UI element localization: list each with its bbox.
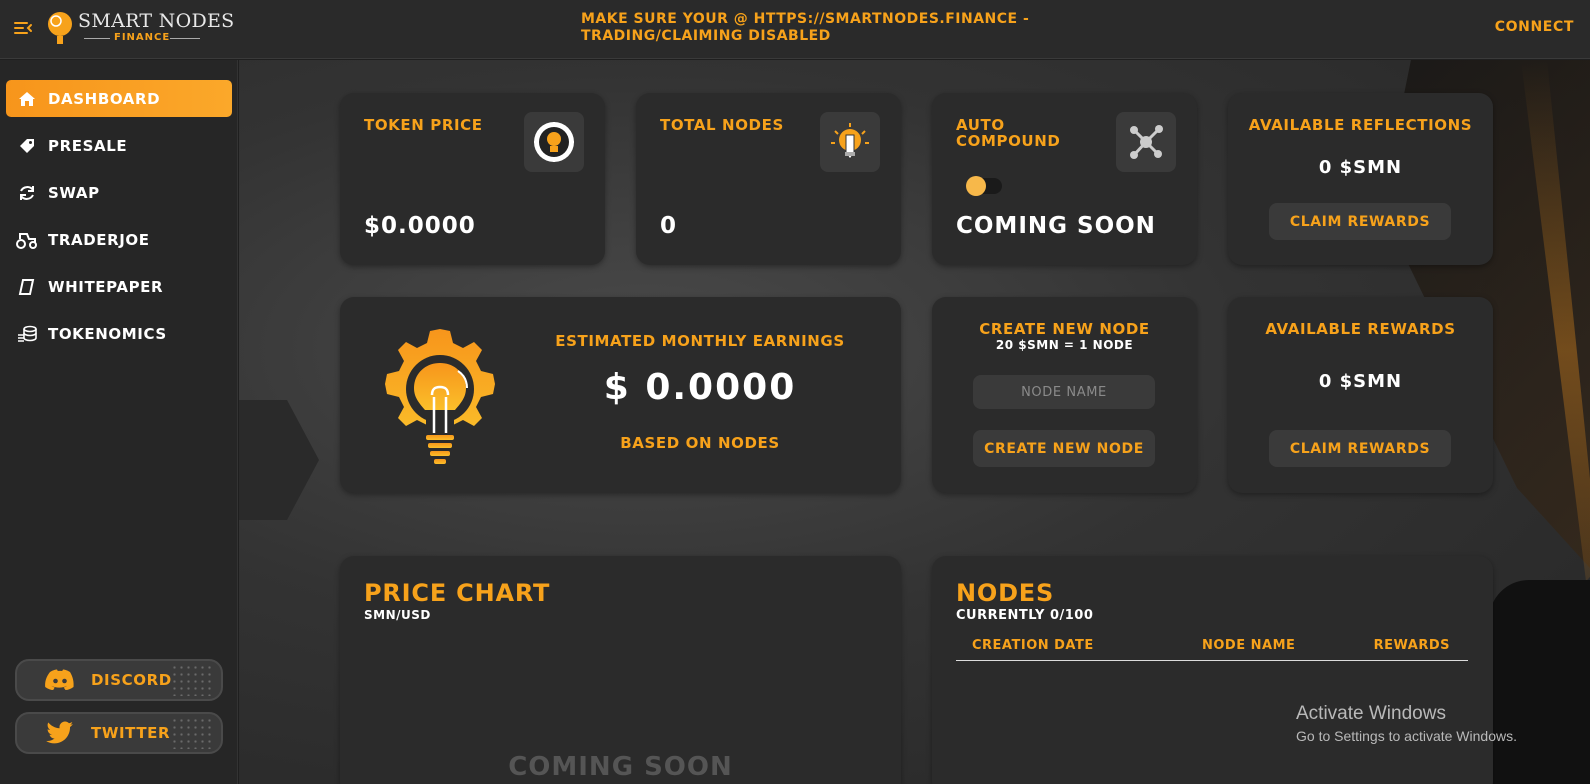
logo-subtitle: FINANCE: [114, 32, 171, 43]
node-cost: 20 $SMN = 1 NODE: [995, 338, 1134, 352]
dots-decoration: [171, 717, 215, 749]
claim-reflections-button[interactable]: CLAIM REWARDS: [1269, 203, 1451, 240]
logo-title: SMART NODES: [78, 10, 235, 32]
price-chart-card: PRICE CHART SMN/USD COMING SOON: [340, 556, 901, 784]
price-chart-title: PRICE CHART: [364, 579, 551, 607]
dots-decoration: [171, 664, 215, 696]
announcement: MAKE SURE YOUR @ HTTPS://SMARTNODES.FINA…: [581, 11, 1101, 45]
sidebar-item-label: PRESALE: [48, 136, 128, 155]
available-rewards-card: AVAILABLE REWARDS 0 $SMN CLAIM REWARDS: [1228, 297, 1493, 493]
sidebar-item-dashboard[interactable]: DASHBOARD: [6, 80, 232, 117]
discord-label: DISCORD: [91, 671, 172, 689]
logo[interactable]: SMART NODES FINANCE: [46, 8, 234, 48]
network-icon: [1116, 112, 1176, 172]
column-header[interactable]: CREATION DATE: [972, 638, 1094, 653]
rewards-value: 0 $SMN: [1318, 371, 1403, 392]
card-title: AVAILABLE REWARDS: [1265, 320, 1456, 338]
available-reflections-card: AVAILABLE REFLECTIONS 0 $SMN CLAIM REWAR…: [1228, 93, 1493, 265]
auto-compound-toggle[interactable]: [966, 176, 1002, 196]
background-shape: [1489, 580, 1590, 784]
twitter-label: TWITTER: [91, 724, 171, 742]
sidebar-item-tokenomics[interactable]: TOKENOMICS: [6, 315, 232, 352]
sidebar-item-label: SWAP: [48, 183, 100, 202]
sidebar-item-label: TRADERJOE: [48, 230, 150, 249]
column-header[interactable]: NODE NAME: [1202, 638, 1295, 653]
discord-icon: [43, 667, 77, 693]
sidebar-item-swap[interactable]: SWAP: [6, 174, 232, 211]
card-title: AVAILABLE REFLECTIONS: [1248, 116, 1473, 134]
auto-compound-status: COMING SOON: [956, 213, 1156, 239]
create-node-button[interactable]: CREATE NEW NODE: [973, 430, 1155, 467]
connect-button[interactable]: CONNECT: [1495, 19, 1574, 35]
background-hexagon: [239, 400, 319, 520]
announcement-line: MAKE SURE YOUR @ HTTPS://SMARTNODES.FINA…: [581, 11, 1030, 27]
card-title: TOKEN PRICE: [364, 116, 483, 134]
sidebar-item-presale[interactable]: PRESALE: [6, 127, 232, 164]
sidebar-item-label: DASHBOARD: [48, 89, 161, 108]
card-title: AUTO COMPOUND: [956, 117, 1060, 149]
sidebar-item-traderjoe[interactable]: TRADERJOE: [6, 221, 232, 258]
activate-windows-title: Activate Windows: [1296, 703, 1446, 724]
token-price-card: TOKEN PRICE $0.0000: [340, 93, 605, 265]
bulb-gear-icon: [524, 112, 584, 172]
toggle-knob: [966, 176, 986, 196]
card-title: ESTIMATED MONTHLY EARNINGS: [555, 332, 845, 350]
sidebar: DASHBOARD PRESALE SWAP TRADERJOE WHITEPA…: [0, 60, 238, 784]
bulb-gear-large-icon: [376, 327, 504, 471]
discord-button[interactable]: DISCORD: [15, 659, 223, 701]
twitter-icon: [43, 720, 77, 746]
tag-icon: [16, 135, 38, 157]
monthly-earnings-value: $ 0.0000: [603, 367, 797, 408]
top-bar: SMART NODES FINANCE MAKE SURE YOUR @ HTT…: [0, 0, 1590, 59]
nodes-card: NODES CURRENTLY 0/100 CREATION DATE NODE…: [932, 556, 1493, 784]
nodes-count: CURRENTLY 0/100: [956, 608, 1094, 623]
home-icon: [16, 88, 38, 110]
coins-icon: [16, 323, 38, 345]
price-chart-pair: SMN/USD: [364, 608, 431, 622]
logo-divider: [84, 38, 110, 39]
reflections-value: 0 $SMN: [1318, 157, 1403, 178]
node-name-input[interactable]: [973, 375, 1155, 409]
chart-placeholder: COMING SOON: [508, 752, 733, 782]
total-nodes-value: 0: [660, 213, 678, 239]
bulb-pencil-icon: [820, 112, 880, 172]
monthly-earnings-card: ESTIMATED MONTHLY EARNINGS $ 0.0000 BASE…: [340, 297, 901, 493]
sidebar-item-whitepaper[interactable]: WHITEPAPER: [6, 268, 232, 305]
claim-rewards-button[interactable]: CLAIM REWARDS: [1269, 430, 1451, 467]
card-title-line: COMPOUND: [956, 132, 1061, 150]
card-title: CREATE NEW NODE: [979, 320, 1150, 338]
activate-windows-subtitle: Go to Settings to activate Windows.: [1296, 728, 1517, 744]
menu-toggle-icon[interactable]: [13, 18, 33, 38]
nodes-table-header: CREATION DATE NODE NAME REWARDS: [956, 638, 1468, 661]
monthly-earnings-subtitle: BASED ON NODES: [620, 434, 780, 452]
create-node-card: CREATE NEW NODE 20 $SMN = 1 NODE CREATE …: [932, 297, 1197, 493]
sidebar-item-label: WHITEPAPER: [48, 277, 164, 296]
nodes-title: NODES: [956, 579, 1055, 607]
twitter-button[interactable]: TWITTER: [15, 712, 223, 754]
paper-icon: [16, 276, 38, 298]
announcement-line: TRADING/CLAIMING DISABLED: [581, 28, 831, 44]
refresh-icon: [16, 182, 38, 204]
total-nodes-card: TOTAL NODES 0: [636, 93, 901, 265]
column-header[interactable]: REWARDS: [1374, 638, 1450, 653]
sidebar-item-label: TOKENOMICS: [48, 324, 167, 343]
token-price-value: $0.0000: [364, 213, 476, 239]
logo-divider: [170, 38, 200, 39]
auto-compound-card: AUTO COMPOUND COMING SOON: [932, 93, 1197, 265]
tractor-icon: [16, 229, 38, 251]
card-title: TOTAL NODES: [660, 116, 784, 134]
